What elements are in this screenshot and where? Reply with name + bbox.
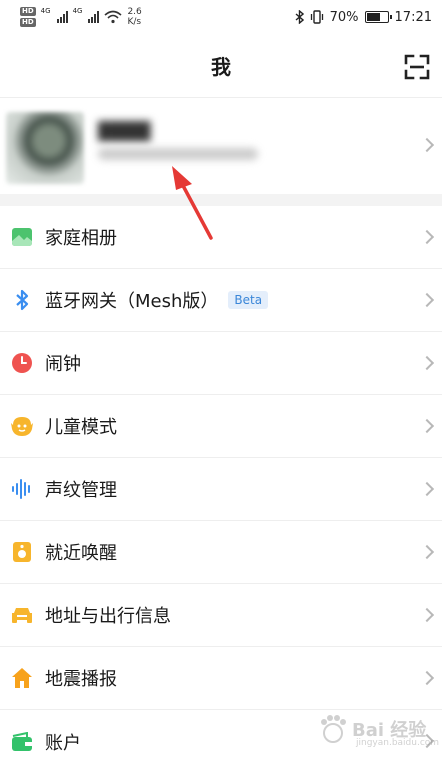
network-type-label: 4G	[73, 7, 83, 15]
menu-item-family-album[interactable]: 家庭相册	[0, 206, 442, 269]
menu-item-label: 地震播报	[45, 665, 117, 691]
menu-item-address-travel[interactable]: 地址与出行信息	[0, 584, 442, 647]
hd-badge: HD	[20, 18, 36, 27]
menu-item-label: 家庭相册	[45, 224, 117, 250]
menu-item-kids-mode[interactable]: 儿童模式	[0, 395, 442, 458]
kids-mode-icon	[10, 414, 34, 438]
wallet-icon	[10, 730, 34, 754]
signal-icon	[57, 11, 68, 23]
battery-fill	[367, 13, 380, 21]
menu-item-label: 蓝牙网关（Mesh版）	[45, 287, 218, 313]
chevron-right-icon	[420, 356, 434, 370]
menu-item-label: 账户	[45, 729, 81, 755]
hd-badge: HD	[20, 7, 36, 16]
status-right: 70% 17:21	[295, 10, 432, 25]
chevron-right-icon	[420, 230, 434, 244]
network-speed: 2.6 K/s	[127, 7, 141, 27]
scan-icon[interactable]	[404, 54, 430, 80]
avatar[interactable]	[6, 112, 84, 184]
photo-album-icon	[10, 225, 34, 249]
menu-item-label: 闹钟	[45, 350, 81, 376]
status-left: HD HD 4G 4G 2.6 K/s	[20, 7, 142, 27]
voiceprint-icon	[10, 477, 34, 501]
speed-value: 2.6	[127, 7, 141, 17]
menu-item-nearby-wakeup[interactable]: 就近唤醒	[0, 521, 442, 584]
profile-subtitle-blurred	[98, 148, 258, 160]
hd-indicator: HD HD	[20, 7, 36, 27]
car-icon	[10, 603, 34, 627]
beta-badge: Beta	[228, 291, 268, 309]
speed-unit: K/s	[127, 17, 141, 27]
chevron-right-icon	[420, 482, 434, 496]
status-bar: HD HD 4G 4G 2.6 K/s 70%	[0, 0, 442, 34]
menu-item-alarm[interactable]: 闹钟	[0, 332, 442, 395]
menu-item-label: 儿童模式	[45, 413, 117, 439]
speaker-icon	[10, 540, 34, 564]
clock: 17:21	[395, 10, 432, 25]
battery-icon	[365, 11, 389, 23]
chevron-right-icon	[420, 545, 434, 559]
menu-item-label: 地址与出行信息	[45, 602, 171, 628]
profile-name-blurred: ████	[98, 122, 150, 142]
chevron-right-icon	[420, 293, 434, 307]
menu-item-earthquake-alert[interactable]: 地震播报	[0, 647, 442, 710]
chevron-right-icon	[420, 138, 434, 152]
bluetooth-icon	[10, 288, 34, 312]
watermark-logo: Bai 经验 jingyan.baidu.com	[316, 710, 436, 750]
signal-icon	[88, 11, 99, 23]
bluetooth-status-icon	[295, 10, 304, 24]
menu-item-voiceprint[interactable]: 声纹管理	[0, 458, 442, 521]
profile-card[interactable]: ████	[0, 98, 442, 194]
settings-menu: 家庭相册 蓝牙网关（Mesh版） Beta 闹钟	[0, 206, 442, 773]
section-divider	[0, 194, 442, 206]
chevron-right-icon	[420, 608, 434, 622]
network-type-label: 4G	[41, 7, 51, 15]
menu-item-label: 就近唤醒	[45, 539, 117, 565]
menu-item-label: 声纹管理	[45, 476, 117, 502]
wifi-icon	[104, 10, 122, 24]
alarm-clock-icon	[10, 351, 34, 375]
menu-item-bluetooth-gateway[interactable]: 蓝牙网关（Mesh版） Beta	[0, 269, 442, 332]
home-icon	[10, 666, 34, 690]
vibrate-icon	[310, 10, 324, 24]
chevron-right-icon	[420, 671, 434, 685]
page-title: 我	[211, 51, 231, 80]
header: 我	[0, 34, 442, 98]
battery-percent: 70%	[330, 10, 359, 25]
chevron-right-icon	[420, 419, 434, 433]
